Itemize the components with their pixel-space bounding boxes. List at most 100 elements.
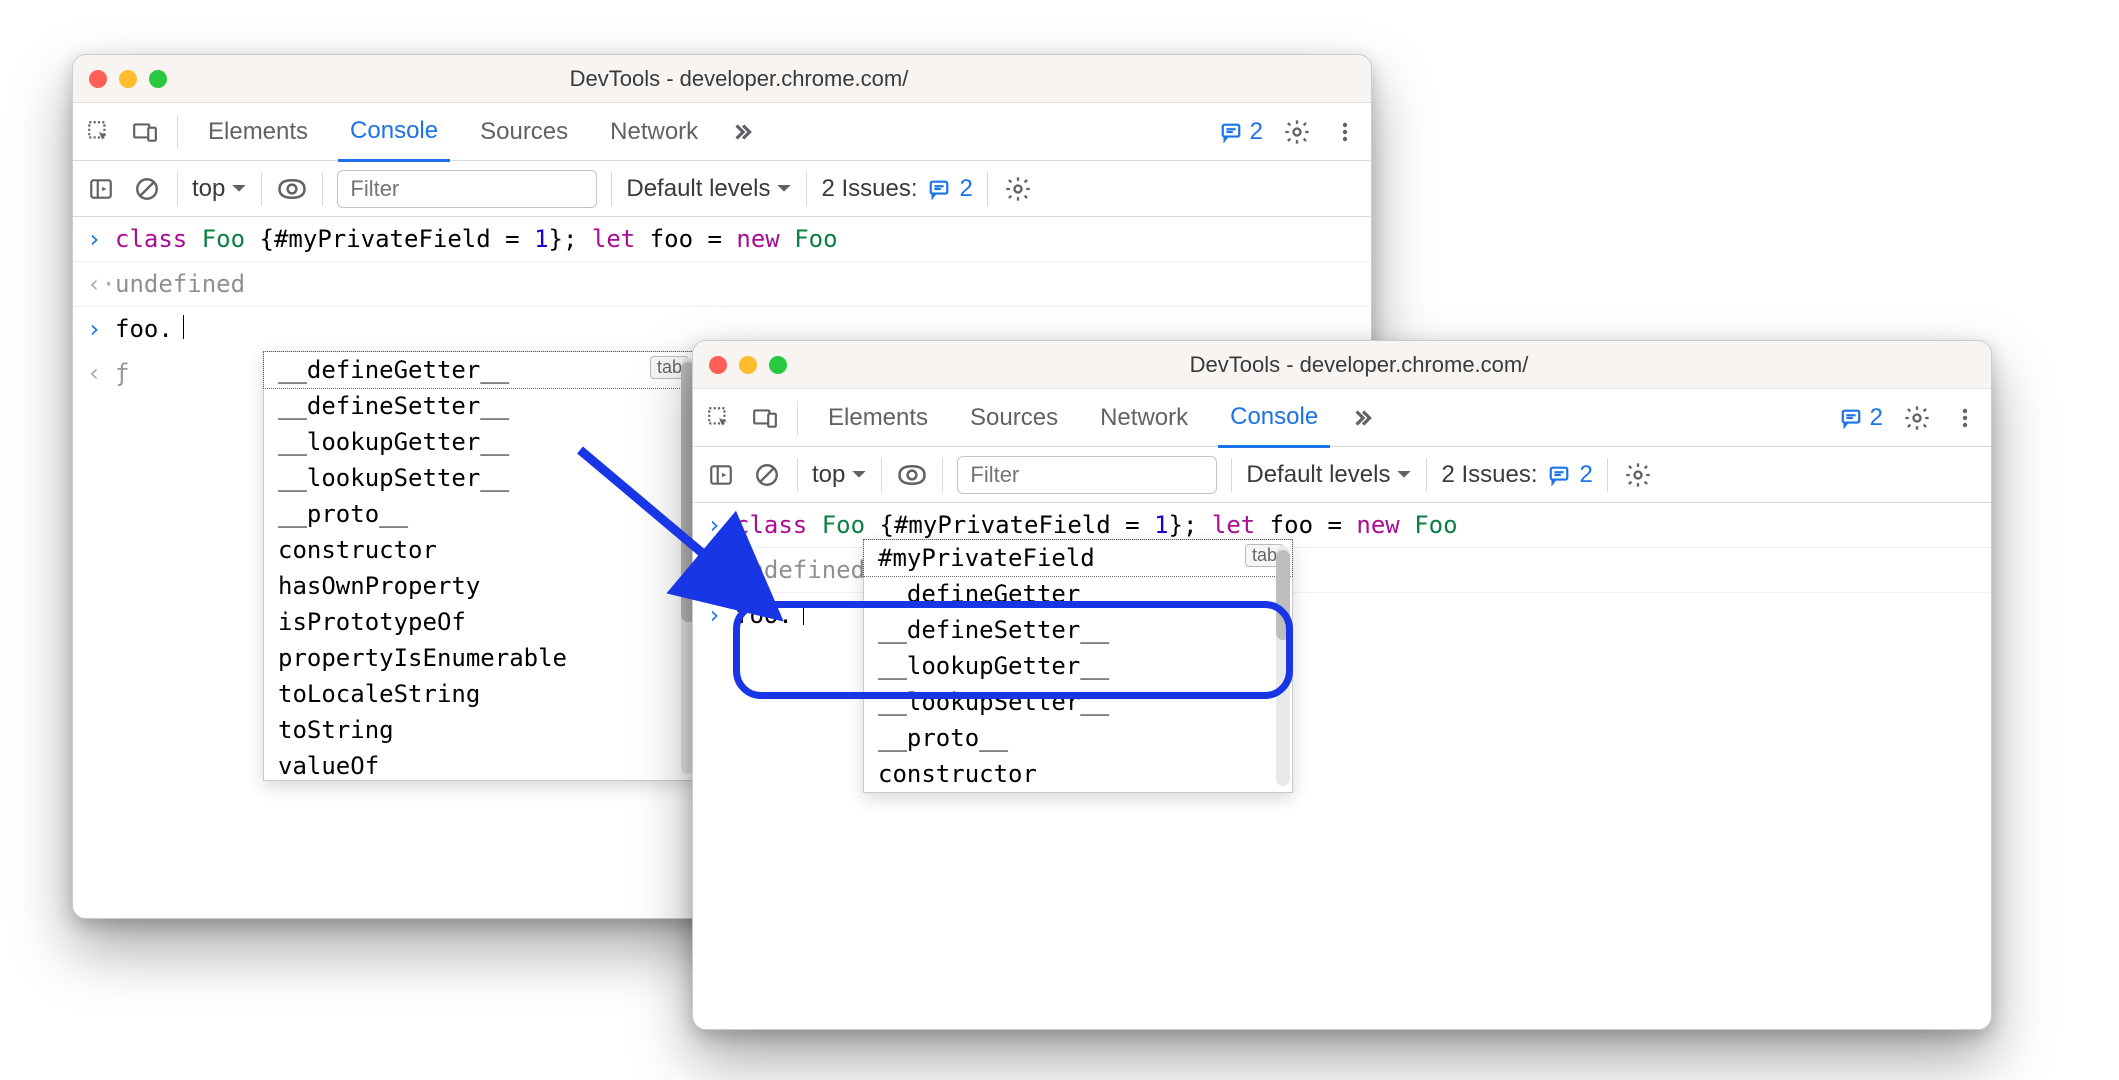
sidebar-toggle-icon[interactable] <box>85 173 117 205</box>
traffic-lights <box>709 356 787 374</box>
autocomplete-item[interactable]: __proto__ <box>264 496 697 532</box>
chevron-left-dot-icon: ‹· <box>87 270 105 298</box>
autocomplete-item[interactable]: __lookupSetter__ <box>264 460 697 496</box>
live-expression-icon[interactable] <box>276 173 308 205</box>
log-levels-selector[interactable]: Default levels <box>626 175 792 203</box>
more-tabs-icon[interactable] <box>728 118 756 146</box>
scrollbar[interactable] <box>1276 546 1290 786</box>
issues-badge[interactable]: 2 Issues: 2 <box>1441 461 1592 489</box>
separator <box>797 401 798 435</box>
autocomplete-item[interactable]: hasOwnProperty <box>264 568 697 604</box>
titlebar: DevTools - developer.chrome.com/ <box>693 341 1991 389</box>
messages-badge[interactable]: 2 <box>1218 118 1263 146</box>
code-text: class Foo {#myPrivateField = 1}; let foo… <box>735 511 1458 539</box>
autocomplete-item[interactable]: __lookupSetter__ <box>864 684 1292 720</box>
console-input-line: › class Foo {#myPrivateField = 1}; let f… <box>73 217 1371 262</box>
separator <box>797 458 798 492</box>
zoom-dot[interactable] <box>769 356 787 374</box>
filter-input[interactable] <box>337 170 597 208</box>
autocomplete-item[interactable]: isPrototypeOf <box>264 604 697 640</box>
context-selector[interactable]: top <box>192 175 247 203</box>
tab-elements[interactable]: Elements <box>196 104 320 160</box>
close-dot[interactable] <box>89 70 107 88</box>
minimize-dot[interactable] <box>119 70 137 88</box>
chevron-right-icon: › <box>87 315 105 343</box>
autocomplete-item[interactable]: #myPrivateField tab <box>864 540 1292 576</box>
separator <box>987 172 988 206</box>
tab-network[interactable]: Network <box>598 104 710 160</box>
result-text: undefined <box>115 270 245 298</box>
autocomplete-popup[interactable]: #myPrivateField tab __defineGetter__ __d… <box>863 539 1293 793</box>
separator <box>1231 458 1232 492</box>
tab-sources[interactable]: Sources <box>958 390 1070 446</box>
zoom-dot[interactable] <box>149 70 167 88</box>
scrollbar-thumb[interactable] <box>1276 550 1290 640</box>
inspect-icon[interactable] <box>705 404 733 432</box>
kebab-menu-icon[interactable] <box>1331 118 1359 146</box>
kebab-menu-icon[interactable] <box>1951 404 1979 432</box>
tab-elements[interactable]: Elements <box>816 390 940 446</box>
tab-sources[interactable]: Sources <box>468 104 580 160</box>
tab-console[interactable]: Console <box>1218 389 1330 448</box>
tab-console[interactable]: Console <box>338 103 450 162</box>
messages-badge[interactable]: 2 <box>1838 404 1883 432</box>
typed-text: foo. <box>115 315 173 343</box>
log-levels-selector[interactable]: Default levels <box>1246 461 1412 489</box>
panel-tabbar: Elements Console Sources Network 2 <box>73 103 1371 161</box>
code-text: class Foo {#myPrivateField = 1}; let foo… <box>115 225 838 253</box>
autocomplete-popup[interactable]: __defineGetter__ tab __defineSetter__ __… <box>263 351 698 781</box>
close-dot[interactable] <box>709 356 727 374</box>
autocomplete-item[interactable]: __defineSetter__ <box>864 612 1292 648</box>
autocomplete-item[interactable]: __defineGetter__ <box>864 576 1292 612</box>
settings-icon[interactable] <box>1283 118 1311 146</box>
console-settings-icon[interactable] <box>1002 173 1034 205</box>
autocomplete-item[interactable]: __defineSetter__ <box>264 388 697 424</box>
autocomplete-item[interactable]: constructor <box>264 532 697 568</box>
traffic-lights <box>89 70 167 88</box>
result-text: undefined <box>735 556 865 584</box>
minimize-dot[interactable] <box>739 356 757 374</box>
autocomplete-item[interactable]: propertyIsEnumerable <box>264 640 697 676</box>
chevron-left-dot-icon: ‹· <box>707 556 725 584</box>
live-expression-icon[interactable] <box>896 459 928 491</box>
window-title: DevTools - developer.chrome.com/ <box>183 66 1355 92</box>
more-tabs-icon[interactable] <box>1348 404 1376 432</box>
autocomplete-item[interactable]: __lookupGetter__ <box>264 424 697 460</box>
separator <box>806 172 807 206</box>
filter-input[interactable] <box>957 456 1217 494</box>
console-result-line: ‹· undefined <box>73 262 1371 307</box>
fn-preview: ƒ <box>115 359 129 387</box>
settings-icon[interactable] <box>1903 404 1931 432</box>
sidebar-toggle-icon[interactable] <box>705 459 737 491</box>
clear-console-icon[interactable] <box>751 459 783 491</box>
separator <box>881 458 882 492</box>
tab-network[interactable]: Network <box>1088 390 1200 446</box>
chevron-left-icon: ‹ <box>87 359 105 387</box>
context-selector[interactable]: top <box>812 461 867 489</box>
clear-console-icon[interactable] <box>131 173 163 205</box>
console-toolbar: top Default levels 2 Issues: 2 <box>693 447 1991 503</box>
messages-count: 2 <box>1870 404 1883 432</box>
chevron-right-icon: › <box>87 225 105 253</box>
autocomplete-item[interactable]: __defineGetter__ tab <box>264 352 697 388</box>
autocomplete-item[interactable]: __proto__ <box>864 720 1292 756</box>
issues-badge[interactable]: 2 Issues: 2 <box>821 175 972 203</box>
titlebar: DevTools - developer.chrome.com/ <box>73 55 1371 103</box>
chevron-right-icon: › <box>707 601 725 629</box>
autocomplete-item[interactable]: valueOf <box>264 748 697 784</box>
autocomplete-item[interactable]: toString <box>264 712 697 748</box>
device-toolbar-icon[interactable] <box>131 118 159 146</box>
typed-text: foo. <box>735 601 793 629</box>
separator <box>1607 458 1608 492</box>
separator <box>261 172 262 206</box>
separator <box>611 172 612 206</box>
devtools-window-after: DevTools - developer.chrome.com/ Element… <box>692 340 1992 1030</box>
console-settings-icon[interactable] <box>1622 459 1654 491</box>
autocomplete-item[interactable]: constructor <box>864 756 1292 792</box>
panel-tabbar: Elements Sources Network Console 2 <box>693 389 1991 447</box>
inspect-icon[interactable] <box>85 118 113 146</box>
autocomplete-item[interactable]: toLocaleString <box>264 676 697 712</box>
device-toolbar-icon[interactable] <box>751 404 779 432</box>
separator <box>942 458 943 492</box>
autocomplete-item[interactable]: __lookupGetter__ <box>864 648 1292 684</box>
